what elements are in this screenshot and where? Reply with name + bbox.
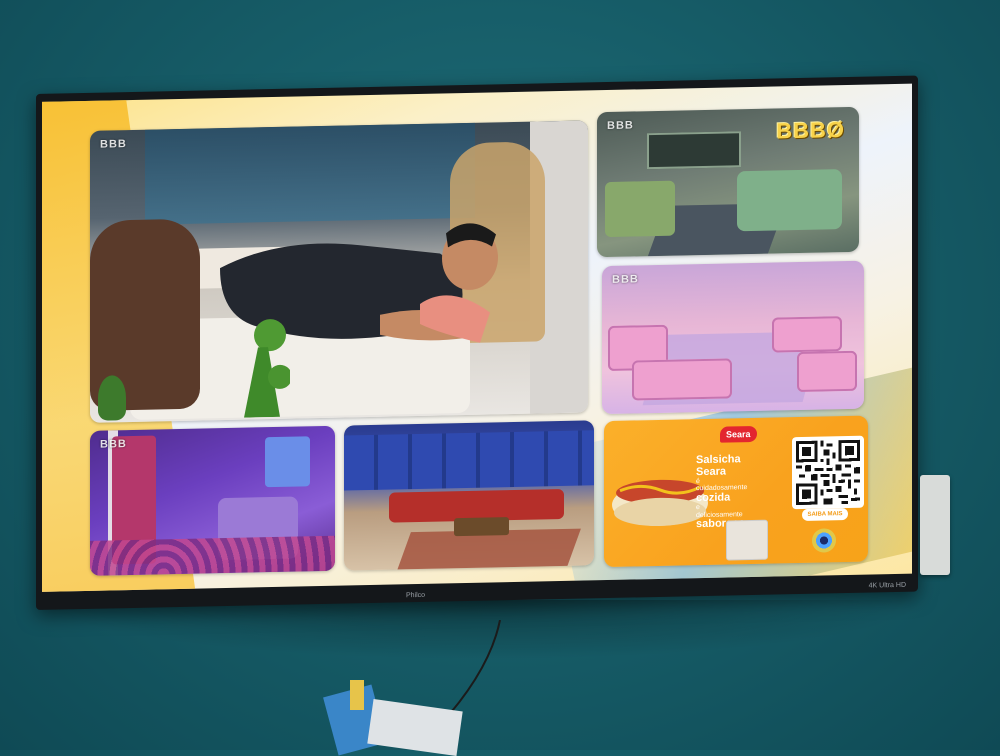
seara-logo: Seara [720,425,757,443]
wall-device [920,475,950,575]
topiary-plant-large [244,319,290,418]
channel-logo: BBB [612,273,639,286]
ad-copy: Salsicha Seara é cuidadosamente cozida e… [696,453,796,531]
product-package [726,519,768,561]
learn-more-button[interactable]: SAIBA MAIS [802,507,848,521]
tv-screen: BBB BBB BBBØ BBB BBB Seara Salsicha Sear… [42,83,912,592]
advertisement-tile[interactable]: Seara Salsicha Seara é cuidadosamente co… [604,415,868,568]
pink-bed [797,350,857,393]
camera-tile-main[interactable]: BBB [90,120,588,423]
qr-code-graphic [796,439,860,506]
blue-shelves [344,430,594,491]
camera-tile-pink-room[interactable]: BBB [602,260,864,415]
patterned-carpet [90,535,335,576]
pink-bed [772,316,842,353]
blue-window [265,436,310,488]
topiary-plant [98,375,126,421]
green-bed [605,180,675,238]
kitchen-counter [647,131,741,170]
television: BBB BBB BBBØ BBB BBB Seara Salsicha Sear… [36,75,918,611]
pink-bed [632,358,732,401]
channel-logo: BBB [100,138,127,151]
yellow-object [350,680,364,710]
qr-code[interactable] [792,435,864,510]
camera-tile-purple-room[interactable]: BBB [90,425,335,576]
green-bed-2 [737,169,842,232]
channel-logo: BBB [100,438,127,451]
tv-brand-logo: Philco [406,591,426,600]
camera-tile-green-room[interactable]: BBB BBBØ [597,106,859,258]
hotdog-image [612,479,708,526]
channel-logo: BBB [607,119,634,133]
bbb-eye-icon [812,528,836,553]
coffee-table [454,517,509,537]
channel-logo-large: BBBØ [776,117,845,144]
tv-resolution-badge: 4K Ultra HD [868,581,906,590]
camera-tile-living-room[interactable] [344,420,594,571]
